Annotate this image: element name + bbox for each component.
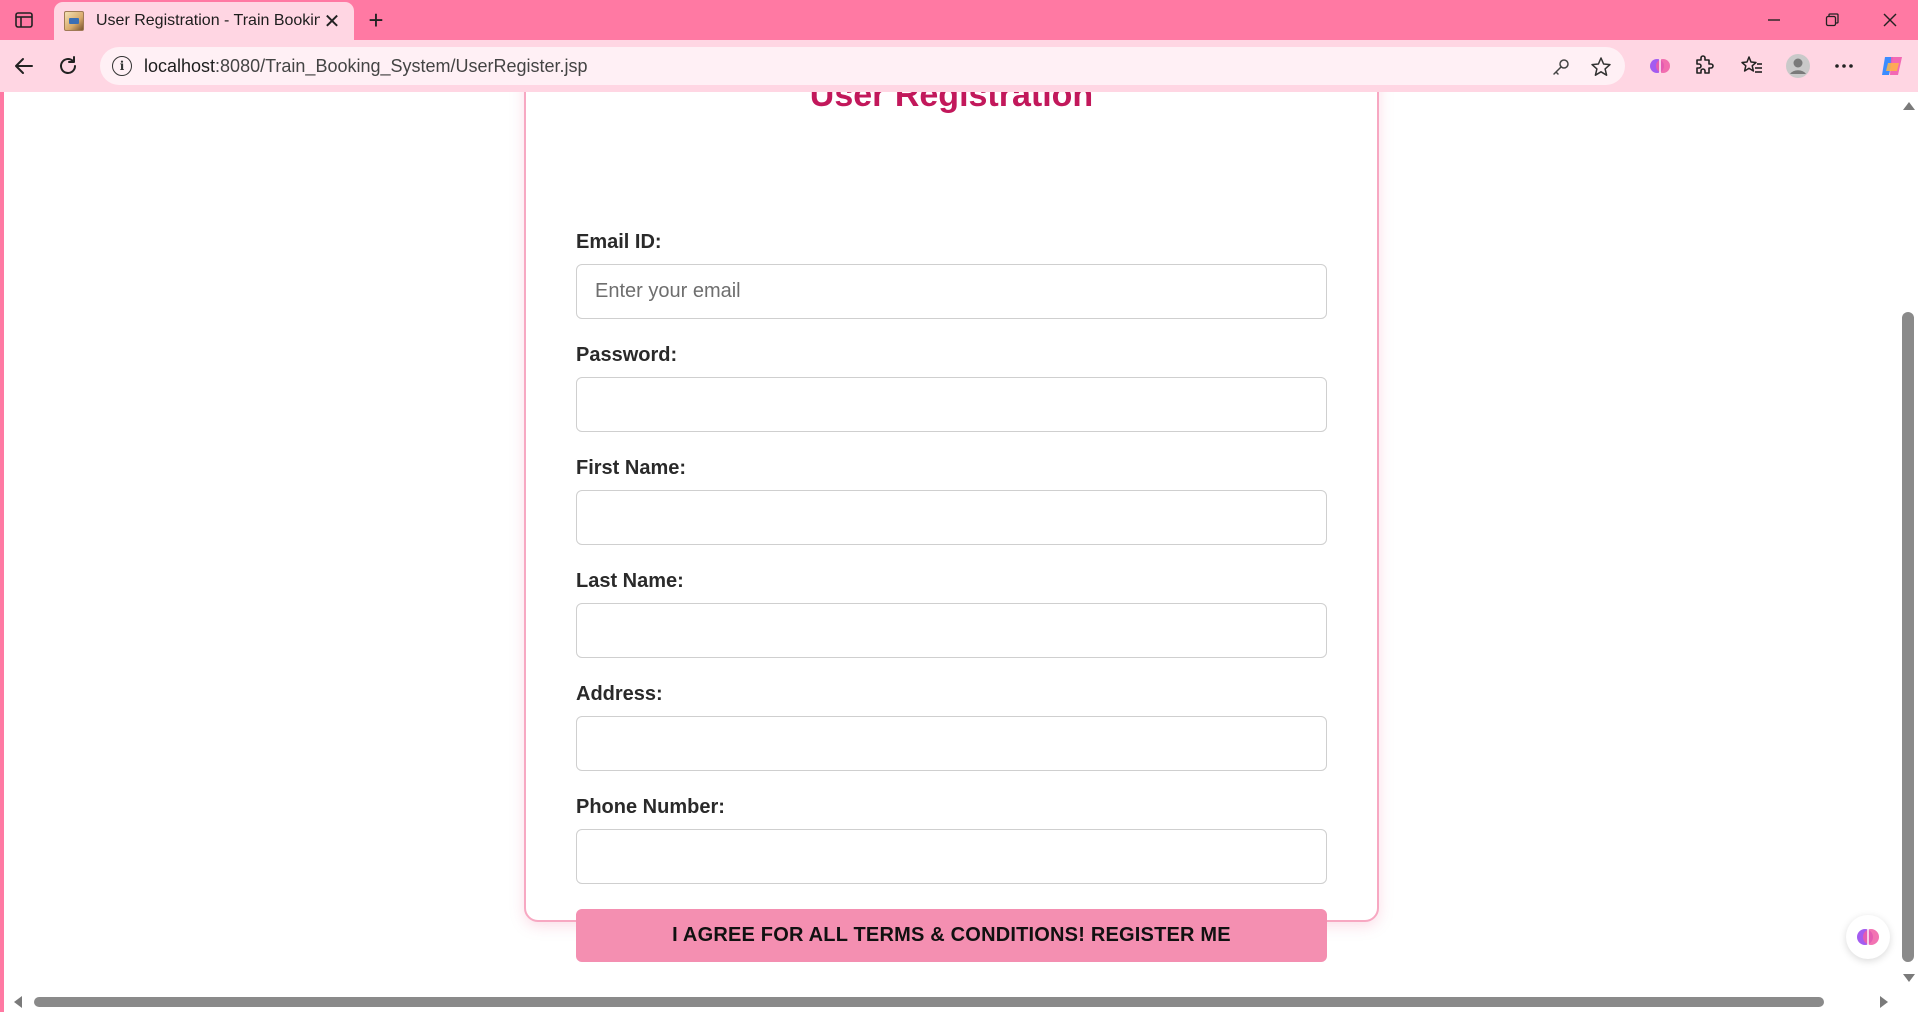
password-key-icon[interactable] xyxy=(1549,55,1573,79)
phone-input[interactable] xyxy=(576,829,1327,884)
first-name-label: First Name: xyxy=(576,457,687,479)
scroll-right-arrow-icon[interactable] xyxy=(1880,996,1888,1008)
address-bar[interactable]: i localhost:8080/Train_Booking_System/Us… xyxy=(100,47,1625,85)
copilot-floating-button[interactable] xyxy=(1846,915,1890,959)
site-info-icon[interactable]: i xyxy=(112,56,132,76)
horizontal-scrollbar[interactable] xyxy=(4,992,1898,1012)
vertical-scrollbar[interactable] xyxy=(1898,92,1918,992)
phone-label: Phone Number: xyxy=(576,796,725,818)
email-field-group: Email ID: xyxy=(576,231,1327,319)
tab-close-icon[interactable]: ✕ xyxy=(320,9,344,33)
last-name-input[interactable] xyxy=(576,603,1327,658)
profile-avatar-icon[interactable] xyxy=(1784,52,1812,80)
scroll-left-arrow-icon[interactable] xyxy=(14,996,22,1008)
page-viewport: User Registration Email ID: Password: Fi… xyxy=(4,92,1918,1012)
title-bar: User Registration - Train Booking ✕ + xyxy=(0,0,1918,40)
register-button[interactable]: I AGREE FOR ALL TERMS & CONDITIONS! REGI… xyxy=(576,909,1327,962)
vertical-scroll-thumb[interactable] xyxy=(1902,312,1914,962)
first-name-field-group: First Name: xyxy=(576,457,1327,545)
browser-toolbar: i localhost:8080/Train_Booking_System/Us… xyxy=(0,40,1918,92)
address-field-group: Address: xyxy=(576,683,1327,771)
address-label: Address: xyxy=(576,683,663,705)
tab-title: User Registration - Train Booking xyxy=(96,12,320,29)
ai-brain-extension-icon[interactable] xyxy=(1646,52,1674,80)
more-menu-icon[interactable] xyxy=(1830,52,1858,80)
sidebar-toggle-icon[interactable] xyxy=(12,8,36,32)
last-name-label: Last Name: xyxy=(576,570,684,592)
tab-favicon-icon xyxy=(64,11,84,31)
favorite-star-icon[interactable] xyxy=(1589,55,1613,79)
horizontal-scroll-thumb[interactable] xyxy=(34,997,1824,1007)
extensions-puzzle-icon[interactable] xyxy=(1690,52,1718,80)
back-arrow-icon[interactable] xyxy=(8,50,40,82)
first-name-input[interactable] xyxy=(576,490,1327,545)
last-name-field-group: Last Name: xyxy=(576,570,1327,658)
url-text[interactable]: localhost:8080/Train_Booking_System/User… xyxy=(144,56,588,77)
password-input[interactable] xyxy=(576,377,1327,432)
reload-icon[interactable] xyxy=(52,50,84,82)
password-label: Password: xyxy=(576,344,678,366)
restore-button[interactable] xyxy=(1812,6,1852,34)
favorites-list-icon[interactable] xyxy=(1738,52,1766,80)
email-label: Email ID: xyxy=(576,231,662,253)
address-input[interactable] xyxy=(576,716,1327,771)
password-field-group: Password: xyxy=(576,344,1327,432)
browser-tab-active[interactable]: User Registration - Train Booking ✕ xyxy=(54,2,354,40)
registration-card: User Registration Email ID: Password: Fi… xyxy=(524,92,1379,962)
page-title: User Registration xyxy=(809,92,1094,114)
minimize-button[interactable] xyxy=(1754,6,1794,34)
scroll-up-arrow-icon[interactable] xyxy=(1903,102,1915,110)
new-tab-button[interactable]: + xyxy=(362,5,390,35)
copilot-icon[interactable] xyxy=(1878,52,1906,80)
close-window-button[interactable] xyxy=(1870,6,1910,34)
phone-field-group: Phone Number: xyxy=(576,796,1327,884)
scroll-down-arrow-icon[interactable] xyxy=(1903,974,1915,982)
email-input[interactable] xyxy=(576,264,1327,319)
